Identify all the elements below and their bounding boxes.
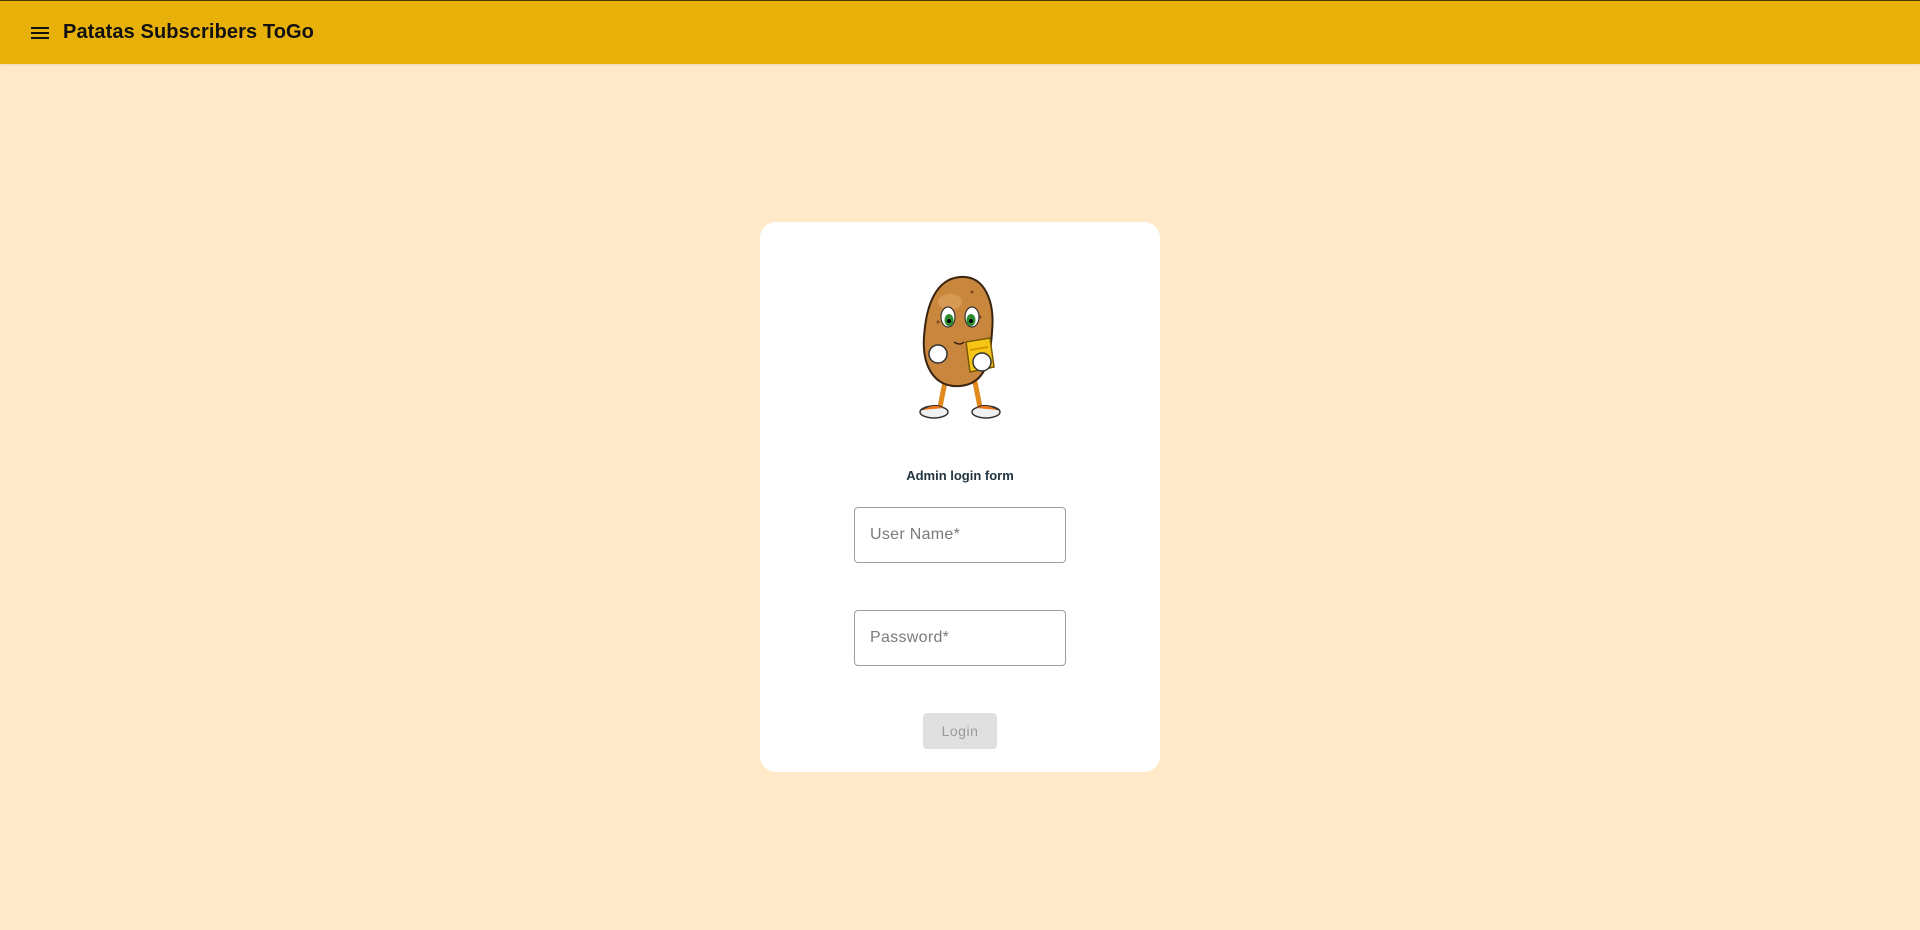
login-card: Admin login form Login bbox=[760, 222, 1160, 772]
username-field[interactable] bbox=[854, 507, 1066, 563]
potato-mascot-icon bbox=[919, 275, 1001, 419]
password-field[interactable] bbox=[854, 610, 1066, 666]
password-input[interactable] bbox=[855, 611, 1065, 665]
app-title: Patatas Subscribers ToGo bbox=[63, 21, 314, 43]
app-toolbar: Patatas Subscribers ToGo bbox=[0, 0, 1920, 64]
login-button[interactable]: Login bbox=[923, 713, 997, 749]
menu-icon bbox=[31, 26, 49, 39]
menu-button[interactable] bbox=[20, 13, 60, 53]
form-title: Admin login form bbox=[906, 468, 1014, 483]
username-input[interactable] bbox=[855, 508, 1065, 562]
